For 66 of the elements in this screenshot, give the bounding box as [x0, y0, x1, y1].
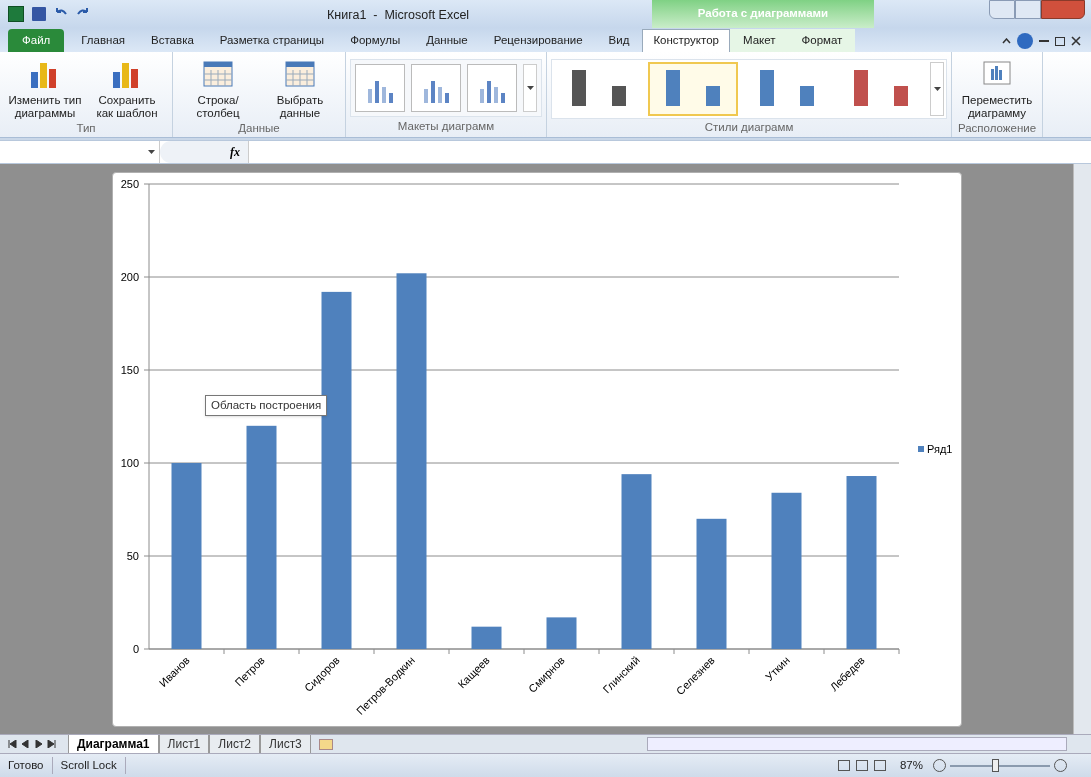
sheet-tab[interactable]: Лист1: [158, 735, 210, 753]
caret-icon: [148, 150, 155, 154]
axis-tick-label: 50: [126, 550, 139, 562]
gallery-scroll[interactable]: [523, 64, 537, 112]
axis-tick-label: 150: [120, 364, 139, 376]
ribbon-button[interactable]: Сохранить как шаблон: [86, 56, 168, 120]
group-label: Макеты диаграмм: [396, 118, 496, 134]
ribbon-tab[interactable]: Данные: [413, 29, 481, 52]
ribbon-tab[interactable]: Вставка: [138, 29, 207, 52]
minimize-button[interactable]: [989, 0, 1015, 19]
page-layout-icon[interactable]: [855, 760, 868, 771]
sheet-tab[interactable]: Лист2: [209, 735, 261, 753]
table-icon: [285, 60, 315, 90]
vertical-scrollbar[interactable]: [1073, 164, 1091, 734]
ribbon-tab[interactable]: Конструктор: [642, 29, 730, 52]
new-sheet-icon[interactable]: [318, 738, 333, 750]
chart-style-thumbnail[interactable]: [648, 62, 738, 116]
normal-view-icon[interactable]: [837, 760, 850, 771]
group-label: Данные: [237, 121, 281, 136]
axis-tick-label: 100: [120, 457, 139, 469]
table-icon: [203, 60, 233, 90]
chart-layout-thumbnail[interactable]: [355, 64, 405, 112]
function-label[interactable]: fx: [230, 143, 240, 161]
axis-tick-label: 200: [120, 271, 139, 283]
ribbon-button[interactable]: Выбрать данные: [259, 56, 341, 120]
group-label: Стили диаграмм: [703, 120, 795, 135]
horizontal-scrollbar[interactable]: [647, 737, 1067, 751]
caret-icon: [933, 87, 941, 91]
ribbon-tab[interactable]: Главная: [68, 29, 139, 52]
gallery-scroll[interactable]: [930, 62, 944, 116]
sheet-tab[interactable]: Лист3: [260, 735, 311, 753]
zoom-slider-thumb[interactable]: [992, 758, 999, 772]
ribbon-tab[interactable]: Формулы: [337, 29, 414, 52]
ribbon-button[interactable]: Изменить тип диаграммы: [4, 56, 86, 120]
context-group-title: Работа с диаграммами: [697, 6, 829, 22]
chart-layout-thumbnail[interactable]: [411, 64, 461, 112]
axis-tick-label: 0: [132, 643, 139, 655]
status-text: Готово: [0, 756, 53, 775]
window-title: Книга1 - Microsoft Excel: [327, 7, 470, 24]
bar: [546, 617, 577, 649]
ribbon-button[interactable]: Переместить диаграмму: [956, 56, 1038, 120]
sheet-tab[interactable]: Диаграмма1: [68, 735, 159, 753]
status-text: Scroll Lock: [52, 756, 126, 775]
caret-icon: [526, 86, 534, 90]
page-break-icon[interactable]: [873, 760, 886, 771]
chart-layout-thumbnail[interactable]: [467, 64, 517, 112]
restore-icon[interactable]: [1055, 36, 1065, 46]
app-icon: [8, 6, 24, 22]
ribbon-tab[interactable]: Макет: [729, 29, 789, 52]
legend-swatch: [918, 446, 924, 452]
ribbon-button[interactable]: Строка/столбец: [177, 56, 259, 120]
legend-label: Ряд1: [927, 443, 953, 455]
zoom-level[interactable]: 87%: [899, 756, 923, 775]
ribbon-tab[interactable]: Вид: [595, 29, 643, 52]
collapse-ribbon-icon[interactable]: [1002, 38, 1011, 44]
maximize-button[interactable]: [1015, 0, 1041, 19]
tooltip: Область построения: [205, 395, 328, 417]
group-label: Тип: [75, 121, 97, 136]
close-icon[interactable]: [1071, 36, 1081, 46]
group-label: Расположение: [956, 121, 1038, 136]
ribbon-tab[interactable]: Разметка страницы: [206, 29, 338, 52]
ribbon-tab[interactable]: Рецензирование: [480, 29, 596, 52]
ribbon-tab[interactable]: Формат: [788, 29, 856, 52]
bar: [471, 626, 502, 649]
ribbon-tab[interactable]: Файл: [8, 29, 65, 52]
axis-tick-label: 250: [120, 178, 139, 190]
